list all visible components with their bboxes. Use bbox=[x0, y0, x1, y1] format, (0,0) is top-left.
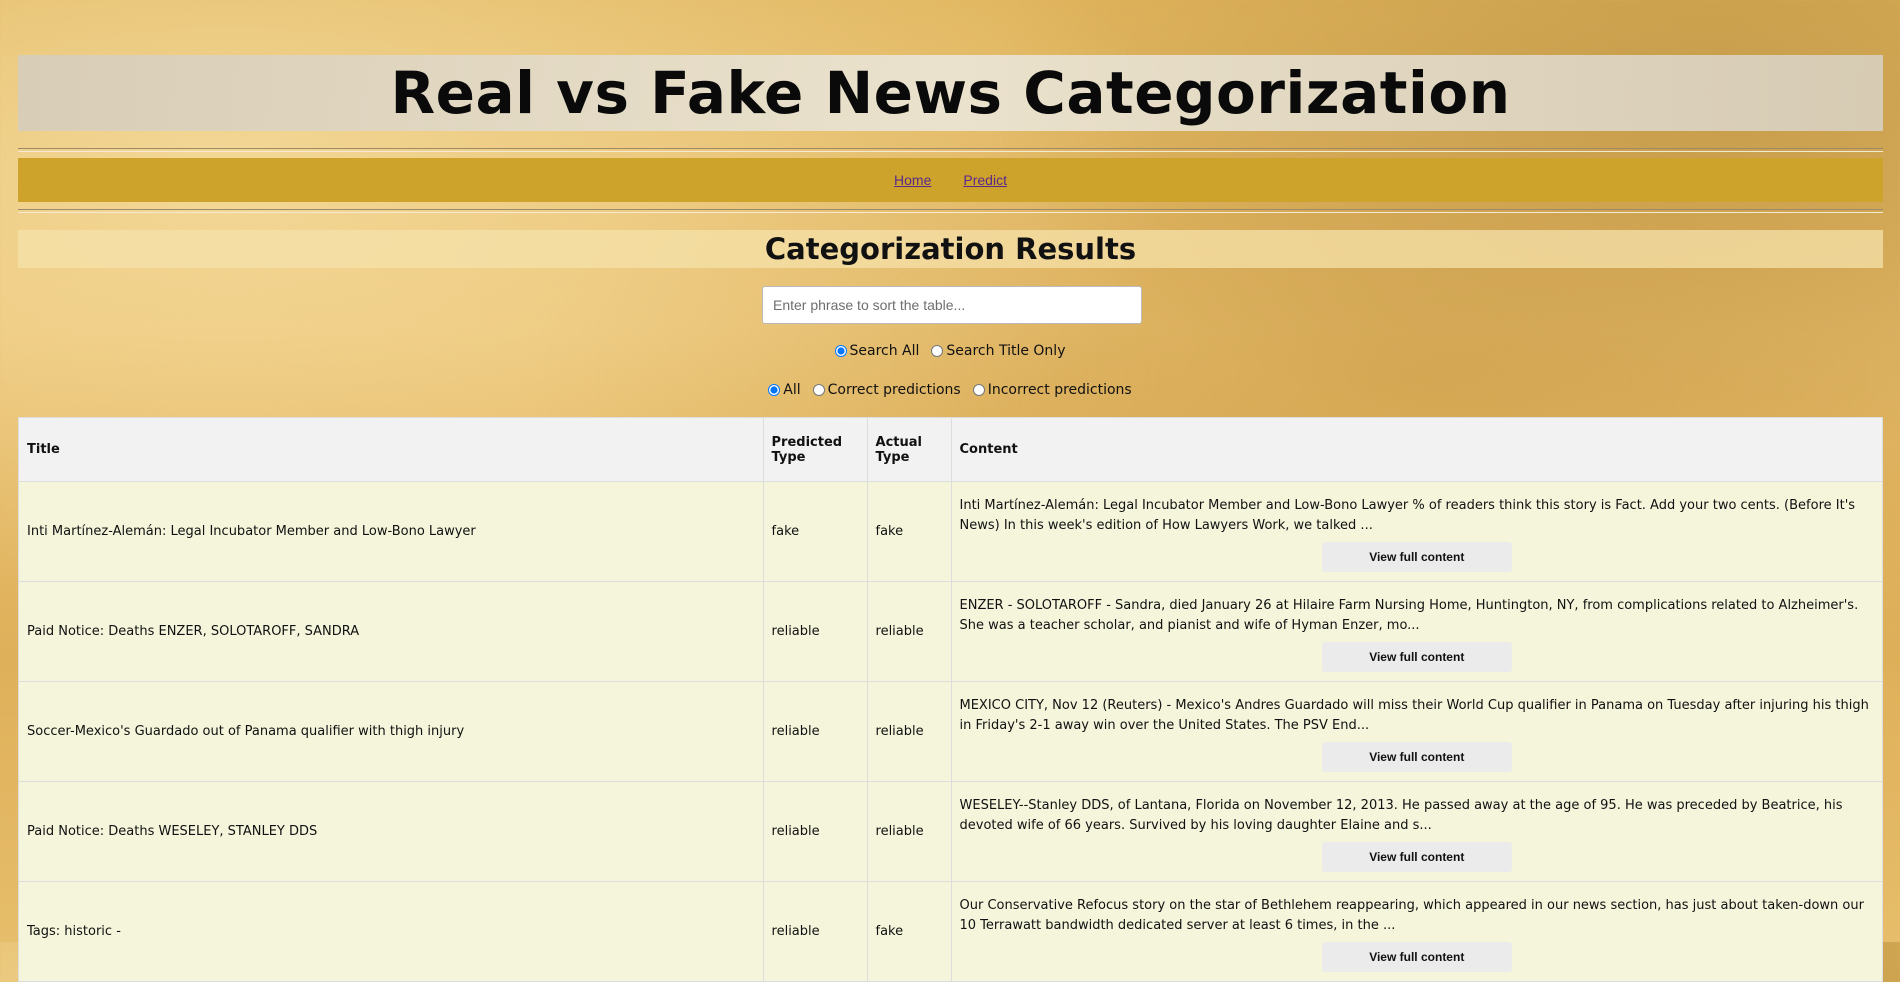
cell-title: Inti Martínez-Alemán: Legal Incubator Me… bbox=[18, 481, 764, 582]
cell-content: WESELEY--Stanley DDS, of Lantana, Florid… bbox=[950, 781, 1883, 882]
cell-predicted-type: reliable bbox=[762, 781, 868, 882]
radio-search-all-label: Search All bbox=[849, 343, 920, 359]
table-row: Paid Notice: Deaths WESELEY, STANLEY DDS… bbox=[18, 781, 1883, 882]
cell-actual-type: reliable bbox=[866, 781, 952, 882]
content-excerpt: Inti Martínez-Alemán: Legal Incubator Me… bbox=[959, 497, 1856, 533]
radio-search-all[interactable]: Search All bbox=[834, 343, 920, 359]
page-title: Real vs Fake News Categorization bbox=[390, 59, 1511, 127]
prediction-filter: All Correct predictions Incorrect predic… bbox=[0, 382, 1900, 398]
content-excerpt: Our Conservative Refocus story on the st… bbox=[959, 897, 1864, 933]
cell-predicted-type: fake bbox=[762, 481, 868, 582]
divider bbox=[18, 209, 1883, 213]
title-banner: Real vs Fake News Categorization bbox=[18, 55, 1883, 131]
radio-correct-label: Correct predictions bbox=[827, 382, 961, 398]
table-header-row: Title Predicted Type Actual Type Content bbox=[18, 417, 1883, 482]
column-header-title: Title bbox=[18, 417, 764, 482]
radio-all-input[interactable] bbox=[768, 384, 781, 396]
cell-predicted-type: reliable bbox=[762, 881, 868, 982]
view-full-content-button[interactable]: View full content bbox=[1321, 841, 1512, 872]
radio-incorrect-input[interactable] bbox=[972, 384, 985, 396]
cell-predicted-type: reliable bbox=[762, 681, 868, 782]
radio-incorrect-predictions[interactable]: Incorrect predictions bbox=[972, 382, 1132, 398]
cell-actual-type: fake bbox=[866, 881, 952, 982]
radio-incorrect-label: Incorrect predictions bbox=[987, 382, 1132, 398]
nav-link-predict[interactable]: Predict bbox=[963, 172, 1007, 188]
nav-bar: Home Predict bbox=[18, 158, 1883, 202]
cell-actual-type: reliable bbox=[866, 681, 952, 782]
cell-content: ENZER - SOLOTAROFF - Sandra, died Januar… bbox=[950, 581, 1883, 682]
column-header-predicted-type: Predicted Type bbox=[762, 417, 868, 482]
cell-content: Our Conservative Refocus story on the st… bbox=[950, 881, 1883, 982]
table-row: Tags: historic - reliable fake Our Conse… bbox=[18, 881, 1883, 982]
view-full-content-button[interactable]: View full content bbox=[1321, 941, 1512, 972]
column-header-actual-type: Actual Type bbox=[866, 417, 952, 482]
content-excerpt: WESELEY--Stanley DDS, of Lantana, Florid… bbox=[959, 797, 1843, 833]
radio-all[interactable]: All bbox=[768, 382, 801, 398]
divider bbox=[18, 148, 1883, 152]
radio-correct-input[interactable] bbox=[812, 384, 825, 396]
content-excerpt: MEXICO CITY, Nov 12 (Reuters) - Mexico's… bbox=[959, 697, 1869, 733]
cell-actual-type: fake bbox=[866, 481, 952, 582]
view-full-content-button[interactable]: View full content bbox=[1321, 641, 1512, 672]
table-row: Paid Notice: Deaths ENZER, SOLOTAROFF, S… bbox=[18, 581, 1883, 682]
cell-title: Paid Notice: Deaths WESELEY, STANLEY DDS bbox=[18, 781, 764, 882]
section-banner: Categorization Results bbox=[18, 230, 1883, 268]
search-input[interactable] bbox=[762, 286, 1142, 324]
table-row: Inti Martínez-Alemán: Legal Incubator Me… bbox=[18, 481, 1883, 582]
radio-search-title-only-input[interactable] bbox=[931, 345, 944, 357]
table-row: Soccer-Mexico's Guardado out of Panama q… bbox=[18, 681, 1883, 782]
cell-actual-type: reliable bbox=[866, 581, 952, 682]
radio-search-title-only-label: Search Title Only bbox=[946, 343, 1066, 359]
radio-correct-predictions[interactable]: Correct predictions bbox=[812, 382, 961, 398]
cell-content: MEXICO CITY, Nov 12 (Reuters) - Mexico's… bbox=[950, 681, 1883, 782]
section-title: Categorization Results bbox=[764, 232, 1137, 266]
radio-search-all-input[interactable] bbox=[834, 345, 847, 357]
radio-search-title-only[interactable]: Search Title Only bbox=[931, 343, 1065, 359]
cell-title: Tags: historic - bbox=[18, 881, 764, 982]
view-full-content-button[interactable]: View full content bbox=[1321, 541, 1512, 572]
nav-link-home[interactable]: Home bbox=[894, 172, 931, 188]
cell-title: Soccer-Mexico's Guardado out of Panama q… bbox=[18, 681, 764, 782]
view-full-content-button[interactable]: View full content bbox=[1321, 741, 1512, 772]
results-table: Title Predicted Type Actual Type Content… bbox=[18, 417, 1883, 982]
cell-title: Paid Notice: Deaths ENZER, SOLOTAROFF, S… bbox=[18, 581, 764, 682]
radio-all-label: All bbox=[783, 382, 801, 398]
content-excerpt: ENZER - SOLOTAROFF - Sandra, died Januar… bbox=[959, 597, 1859, 633]
cell-predicted-type: reliable bbox=[762, 581, 868, 682]
column-header-content: Content bbox=[950, 417, 1883, 482]
search-scope-filter: Search All Search Title Only bbox=[0, 343, 1900, 359]
cell-content: Inti Martínez-Alemán: Legal Incubator Me… bbox=[950, 481, 1883, 582]
